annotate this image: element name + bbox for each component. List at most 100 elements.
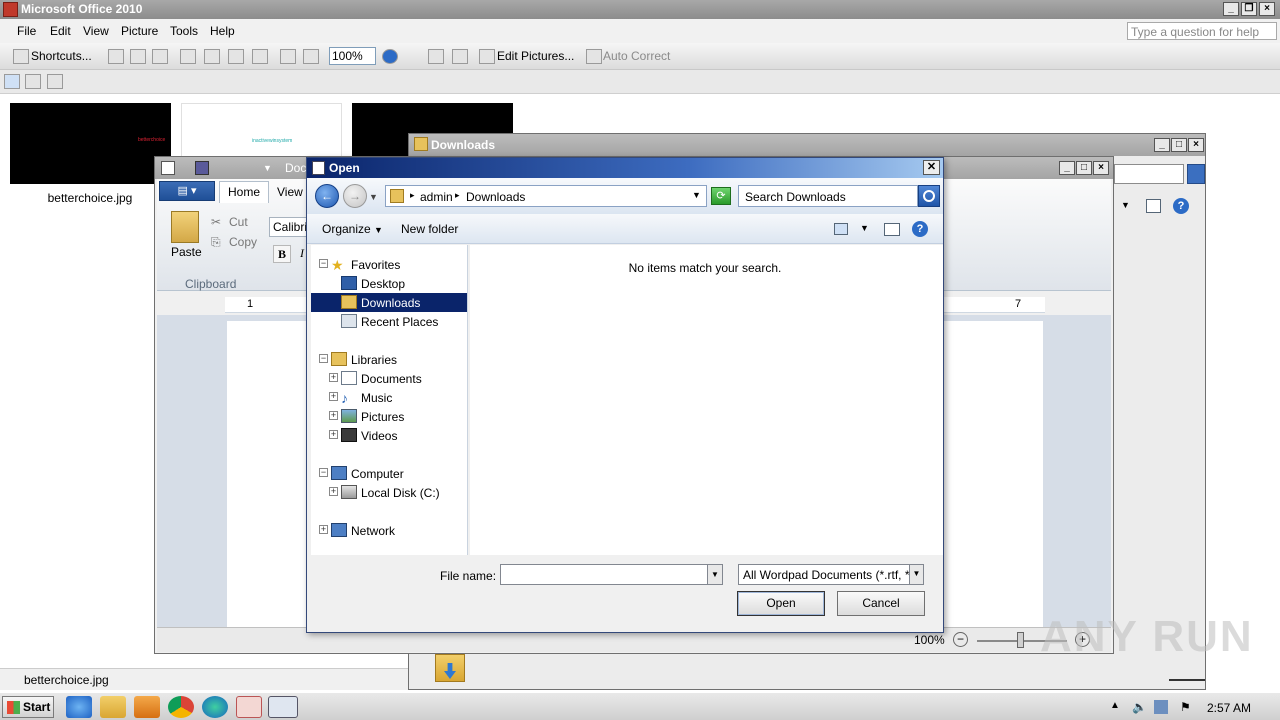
file-type-select[interactable]: All Wordpad Documents (*.rtf, * — [738, 564, 924, 585]
redo-icon[interactable] — [243, 161, 257, 175]
help-search-input[interactable]: Type a question for help — [1127, 22, 1277, 40]
file-list-pane[interactable]: No items match your search. — [470, 245, 943, 555]
file-name-dropdown-icon[interactable]: ▼ — [707, 564, 723, 585]
collapse-icon[interactable]: − — [319, 259, 328, 268]
expand-icon[interactable]: + — [319, 525, 328, 534]
downloads-folder-icon[interactable] — [435, 654, 465, 682]
zoom-slider-thumb[interactable] — [1017, 632, 1024, 648]
nav-item-downloads[interactable]: Downloads — [311, 293, 467, 312]
chevron-right-icon[interactable]: ▸ — [410, 190, 415, 201]
breadcrumb-admin[interactable]: admin — [420, 190, 453, 204]
nav-item-favorites[interactable]: − ★ Favorites — [311, 255, 467, 274]
address-dropdown-icon[interactable]: ▼ — [692, 190, 701, 200]
nav-item-recent-places[interactable]: Recent Places — [311, 312, 467, 331]
menu-tools[interactable]: Tools — [170, 24, 198, 38]
undo-icon[interactable] — [219, 161, 233, 175]
paste-icon[interactable] — [228, 49, 244, 64]
chevron-right-icon[interactable]: ▸ — [455, 190, 460, 201]
nav-item-music[interactable]: + ♪ Music — [311, 388, 467, 407]
file-explorer-icon[interactable] — [100, 696, 126, 718]
organize-button[interactable]: Organize ▼ — [322, 222, 383, 236]
search-icon[interactable] — [918, 185, 940, 207]
tray-show-hidden-icon[interactable]: ▲ — [1110, 700, 1124, 714]
explorer-preview-pane-icon[interactable] — [1146, 199, 1161, 213]
open-button[interactable]: Open — [737, 591, 825, 616]
file-name-input[interactable] — [500, 564, 708, 585]
wordpad-minimize-button[interactable]: _ — [1059, 161, 1075, 175]
paste-button[interactable]: Paste — [171, 245, 202, 259]
menu-edit[interactable]: Edit — [50, 24, 71, 38]
wordpad-close-button[interactable]: × — [1093, 161, 1109, 175]
zoom-out-icon[interactable]: − — [953, 632, 968, 647]
close-button[interactable]: × — [1259, 2, 1275, 16]
recent-locations-dropdown-icon[interactable]: ▼ — [369, 192, 378, 202]
volume-icon[interactable]: 🔈 — [1132, 700, 1147, 714]
menu-file[interactable]: File — [17, 24, 36, 38]
quick-access-dropdown-icon[interactable]: ▼ — [263, 163, 272, 173]
explorer-views-dropdown-icon[interactable]: ▼ — [1121, 200, 1130, 210]
redo-icon[interactable] — [303, 49, 319, 64]
internet-explorer-icon[interactable] — [66, 696, 92, 718]
start-button[interactable]: Start — [2, 696, 54, 718]
explorer-search-input[interactable] — [1114, 164, 1184, 184]
thumbnail-betterchoice[interactable]: betterchoice — [10, 103, 171, 184]
picture-manager-taskbar-icon[interactable] — [236, 696, 262, 718]
expand-icon[interactable]: + — [329, 392, 338, 401]
nav-item-libraries[interactable]: − Libraries — [311, 350, 467, 369]
auto-correct-button[interactable]: Auto Correct — [603, 49, 670, 63]
wordpad-taskbar-icon[interactable] — [268, 696, 298, 718]
cut-icon[interactable] — [180, 49, 196, 64]
wordpad-menu-button[interactable]: ▤ ▾ — [159, 181, 215, 201]
shortcuts-button[interactable]: Shortcuts... — [31, 49, 92, 63]
nav-item-desktop[interactable]: Desktop — [311, 274, 467, 293]
nav-item-pictures[interactable]: + Pictures — [311, 407, 467, 426]
cancel-button[interactable]: Cancel — [837, 591, 925, 616]
save-icon[interactable] — [108, 49, 124, 64]
nav-item-computer[interactable]: − Computer — [311, 464, 467, 483]
search-input[interactable]: Search Downloads — [738, 185, 918, 207]
preview-pane-icon[interactable] — [884, 223, 900, 236]
minimize-button[interactable]: _ — [1223, 2, 1239, 16]
media-player-icon[interactable] — [134, 696, 160, 718]
explorer-close-button[interactable]: × — [1188, 138, 1204, 152]
chrome-icon[interactable] — [168, 696, 194, 718]
print-icon[interactable] — [130, 49, 146, 64]
bold-button[interactable]: B — [273, 245, 291, 263]
change-view-icon[interactable] — [834, 223, 848, 235]
refresh-icon[interactable]: ⟳ — [711, 187, 731, 205]
paste-icon[interactable] — [171, 211, 199, 243]
font-family-select[interactable]: Calibri — [269, 217, 311, 237]
help-icon[interactable] — [382, 49, 398, 64]
copy-icon[interactable] — [204, 49, 220, 64]
tab-view[interactable]: View — [277, 185, 303, 199]
delete-icon[interactable] — [252, 49, 268, 64]
zoom-select[interactable]: 100% — [329, 47, 376, 65]
expand-icon[interactable]: + — [329, 430, 338, 439]
nav-item-documents[interactable]: + Documents — [311, 369, 467, 388]
menu-picture[interactable]: Picture — [121, 24, 158, 38]
single-picture-view-icon[interactable] — [47, 74, 63, 89]
help-icon[interactable]: ? — [912, 221, 928, 237]
back-button[interactable]: ← — [315, 184, 339, 208]
action-center-flag-icon[interactable]: ⚑ — [1180, 700, 1194, 714]
view-options-dropdown-icon[interactable]: ▼ — [860, 223, 869, 233]
cut-button[interactable]: Cut — [229, 215, 248, 229]
edge-icon[interactable] — [202, 696, 228, 718]
file-type-dropdown-icon[interactable]: ▼ — [909, 565, 923, 584]
rotate-right-icon[interactable] — [452, 49, 468, 64]
explorer-zoom-slider[interactable] — [1169, 679, 1205, 681]
open-dialog[interactable]: Open ✕ ← → ▼ ▸ admin ▸ Downloads ▼ ⟳ Sea… — [306, 157, 944, 633]
collapse-icon[interactable]: − — [319, 468, 328, 477]
breadcrumb-downloads[interactable]: Downloads — [466, 190, 525, 204]
explorer-minimize-button[interactable]: _ — [1154, 138, 1170, 152]
menu-help[interactable]: Help — [210, 24, 235, 38]
email-icon[interactable] — [152, 49, 168, 64]
nav-item-local-disk[interactable]: + Local Disk (C:) — [311, 483, 467, 502]
forward-button[interactable]: → — [343, 184, 367, 208]
expand-icon[interactable]: + — [329, 487, 338, 496]
dialog-close-button[interactable]: ✕ — [923, 160, 940, 175]
restore-button[interactable]: ❐ — [1241, 2, 1257, 16]
nav-item-network[interactable]: + Network — [311, 521, 467, 540]
edit-pictures-button[interactable]: Edit Pictures... — [497, 49, 574, 63]
tab-home[interactable]: Home — [219, 181, 269, 203]
